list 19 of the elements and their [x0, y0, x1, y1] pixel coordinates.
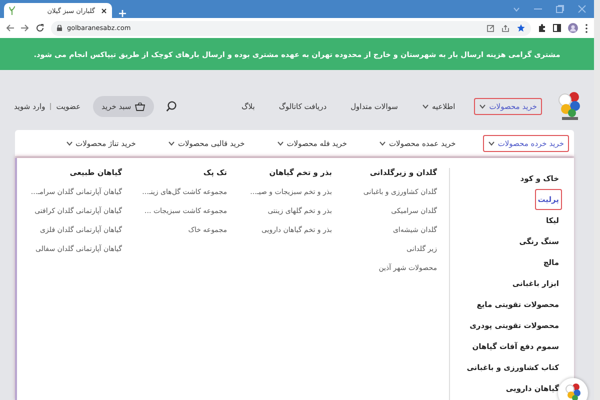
- avatar-icon[interactable]: [568, 23, 578, 33]
- forward-arrow-icon[interactable]: [21, 24, 29, 32]
- back-arrow-icon[interactable]: [6, 24, 14, 32]
- puzzle-icon[interactable]: [538, 24, 546, 32]
- share-icon[interactable]: [502, 24, 509, 32]
- plus-icon[interactable]: [118, 9, 127, 18]
- search-icon[interactable]: [166, 100, 178, 112]
- kebab-menu-icon[interactable]: [585, 24, 588, 32]
- plant-icon: [9, 6, 15, 15]
- floating-logo-button[interactable]: [558, 378, 588, 400]
- star-icon[interactable]: [517, 24, 525, 32]
- scrollbar[interactable]: [594, 0, 600, 400]
- external-link-icon[interactable]: [487, 24, 494, 32]
- logo-icon: [564, 383, 582, 400]
- lock-icon: [57, 25, 62, 31]
- sidebar-icon[interactable]: [553, 24, 561, 32]
- close-icon[interactable]: [101, 8, 107, 14]
- basket-icon: [135, 102, 146, 110]
- reload-icon[interactable]: [36, 24, 44, 32]
